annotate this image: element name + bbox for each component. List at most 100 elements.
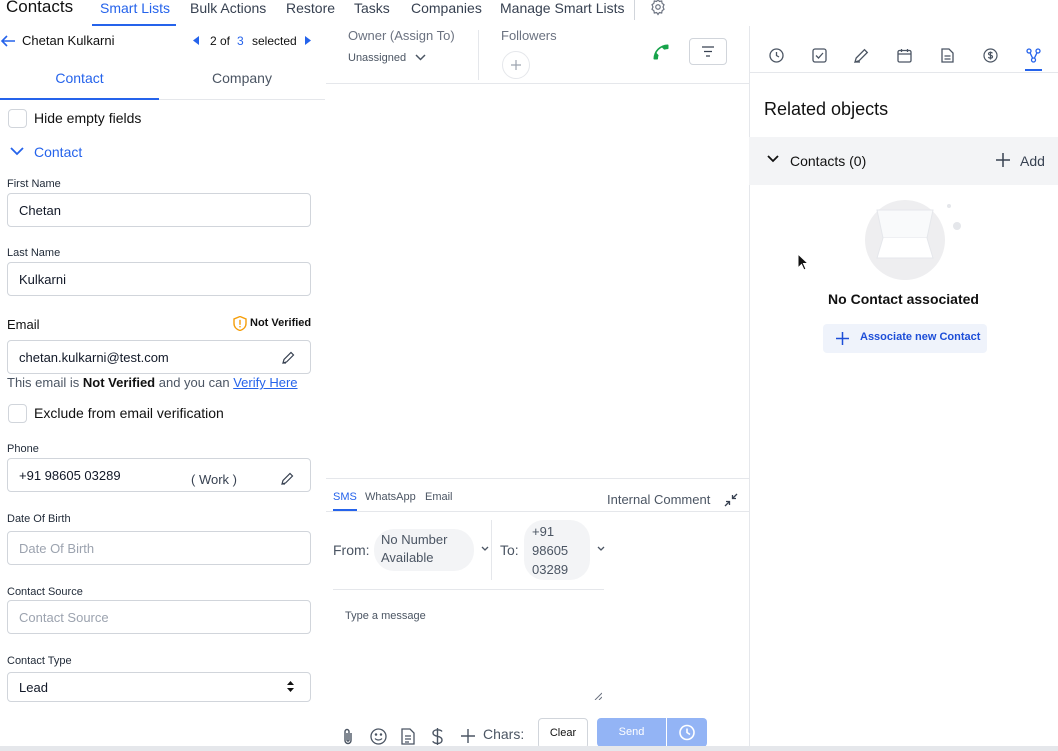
- clear-button[interactable]: Clear: [538, 718, 588, 749]
- from-number-select[interactable]: No Number Available: [374, 529, 474, 571]
- followers-label: Followers: [501, 28, 557, 43]
- contact-details-panel: Chetan Kulkarni 2 of 3 selected Contact …: [0, 26, 326, 751]
- payment-dollar-icon[interactable]: [431, 727, 444, 746]
- prev-record-icon[interactable]: [193, 36, 199, 45]
- nav-manage-smart-lists[interactable]: Manage Smart Lists: [500, 0, 625, 16]
- dob-field[interactable]: Date Of Birth: [7, 531, 311, 565]
- tasks-checkbox-icon[interactable]: [812, 48, 827, 63]
- template-document-icon[interactable]: [401, 728, 415, 745]
- empty-state-text: No Contact associated: [828, 291, 979, 307]
- contacts-count-label: Contacts (0): [790, 153, 867, 169]
- first-name-label: First Name: [7, 178, 61, 190]
- last-name-field[interactable]: Kulkarni: [7, 262, 311, 296]
- contact-source-field[interactable]: Contact Source: [7, 600, 311, 634]
- note-prefix: This email is: [7, 375, 80, 390]
- bottom-scroll-track: [0, 746, 1058, 751]
- composer-tabs-divider: [326, 511, 749, 512]
- contact-source-label: Contact Source: [7, 586, 83, 598]
- top-nav: Contacts Smart Lists Bulk Actions Restor…: [0, 0, 1058, 26]
- nav-tasks[interactable]: Tasks: [354, 0, 390, 16]
- record-total[interactable]: 3: [237, 34, 244, 48]
- related-objects-panel: Related objects Contacts (0) Add No Cont…: [749, 26, 1058, 751]
- message-textarea[interactable]: Type a message: [333, 604, 604, 702]
- first-name-value: Chetan: [19, 202, 61, 218]
- from-chevron-down-icon[interactable]: [481, 546, 489, 551]
- chevron-down-icon[interactable]: [10, 147, 24, 156]
- owner-divider: [478, 30, 479, 80]
- right-tabs-divider: [749, 72, 1058, 73]
- add-plus-icon[interactable]: [460, 728, 476, 744]
- email-label: Email: [7, 317, 40, 332]
- tab-company[interactable]: Company: [159, 60, 325, 100]
- from-to-divider: [491, 520, 492, 580]
- nav-companies[interactable]: Companies: [411, 0, 482, 16]
- phone-field[interactable]: +91 98605 03289: [7, 458, 311, 492]
- nav-restore[interactable]: Restore: [286, 0, 335, 16]
- collapse-icon[interactable]: [724, 493, 738, 507]
- right-panel-border: [749, 26, 750, 751]
- to-chevron-down-icon[interactable]: [597, 546, 605, 551]
- select-updown-icon: [287, 681, 294, 692]
- filter-button[interactable]: [689, 38, 727, 65]
- internal-comment-tab[interactable]: Internal Comment: [607, 492, 710, 507]
- last-name-label: Last Name: [7, 247, 61, 259]
- contact-type-select[interactable]: Lead: [7, 672, 311, 702]
- phone-type[interactable]: ( Work ): [191, 472, 237, 487]
- add-contact-link[interactable]: Add: [1020, 153, 1045, 169]
- verify-here-link[interactable]: Verify Here: [233, 375, 297, 390]
- tab-contact[interactable]: Contact: [0, 60, 159, 100]
- add-follower-button[interactable]: [502, 51, 530, 79]
- hide-empty-label: Hide empty fields: [34, 110, 142, 126]
- edit-phone-pencil-icon[interactable]: [281, 472, 294, 485]
- tab-sms[interactable]: SMS: [333, 491, 357, 503]
- activity-clock-icon[interactable]: [769, 48, 784, 63]
- emoji-smiley-icon[interactable]: [370, 728, 387, 745]
- activity-panel: Owner (Assign To) Unassigned Followers S…: [326, 26, 749, 751]
- owner-chevron-down-icon[interactable]: [415, 54, 426, 61]
- email-value: chetan.kulkarni@test.com: [19, 349, 169, 365]
- contact-source-placeholder: Contact Source: [19, 609, 109, 625]
- related-objects-nodes-icon[interactable]: [1026, 48, 1041, 63]
- attachment-paperclip-icon[interactable]: [341, 728, 355, 745]
- add-plus-icon[interactable]: [996, 153, 1010, 167]
- settings-gear-icon[interactable]: [649, 0, 667, 16]
- schedule-send-button[interactable]: [667, 718, 707, 747]
- exclude-verification-checkbox[interactable]: [8, 404, 27, 423]
- composer-fields-divider: [333, 589, 604, 590]
- documents-icon[interactable]: [941, 48, 954, 63]
- warning-shield-icon: [233, 316, 247, 331]
- payments-dollar-circle-icon[interactable]: [983, 48, 998, 63]
- calendar-icon[interactable]: [897, 48, 912, 63]
- email-verification-note: This email is Not Verified and you can V…: [7, 375, 298, 390]
- send-button[interactable]: Send: [597, 718, 666, 747]
- record-name: Chetan Kulkarni: [22, 33, 115, 48]
- phone-label: Phone: [7, 443, 39, 455]
- associate-new-contact-button[interactable]: Associate new Contact: [823, 324, 987, 353]
- section-contact-title[interactable]: Contact: [34, 144, 82, 160]
- record-position: 2 of: [210, 34, 231, 48]
- from-label: From:: [333, 542, 370, 558]
- exclude-verification-label: Exclude from email verification: [34, 405, 224, 421]
- tab-whatsapp[interactable]: WhatsApp: [365, 491, 416, 503]
- hide-empty-checkbox[interactable]: [8, 109, 27, 128]
- to-number-select[interactable]: +91 98605 03289: [524, 520, 590, 580]
- header-divider: [326, 83, 749, 84]
- email-field[interactable]: chetan.kulkarni@test.com: [7, 340, 311, 374]
- contact-type-value: Lead: [19, 679, 48, 695]
- page-title: Contacts: [6, 0, 74, 16]
- nav-bulk-actions[interactable]: Bulk Actions: [190, 0, 266, 16]
- mouse-cursor-icon: [797, 253, 809, 271]
- tab-email[interactable]: Email: [425, 491, 453, 503]
- active-right-tab-indicator: [1025, 69, 1042, 71]
- notes-pencil-icon[interactable]: [854, 48, 869, 63]
- phone-call-icon[interactable]: [651, 42, 671, 62]
- contacts-chevron-down-icon[interactable]: [767, 155, 779, 163]
- message-placeholder: Type a message: [345, 610, 426, 622]
- associate-button-label: Associate new Contact: [860, 331, 981, 343]
- edit-email-pencil-icon[interactable]: [282, 351, 295, 364]
- owner-value[interactable]: Unassigned: [348, 52, 406, 64]
- back-arrow-icon[interactable]: [0, 34, 16, 48]
- next-record-icon[interactable]: [305, 36, 311, 45]
- nav-smart-lists[interactable]: Smart Lists: [100, 0, 170, 16]
- first-name-field[interactable]: Chetan: [7, 193, 311, 227]
